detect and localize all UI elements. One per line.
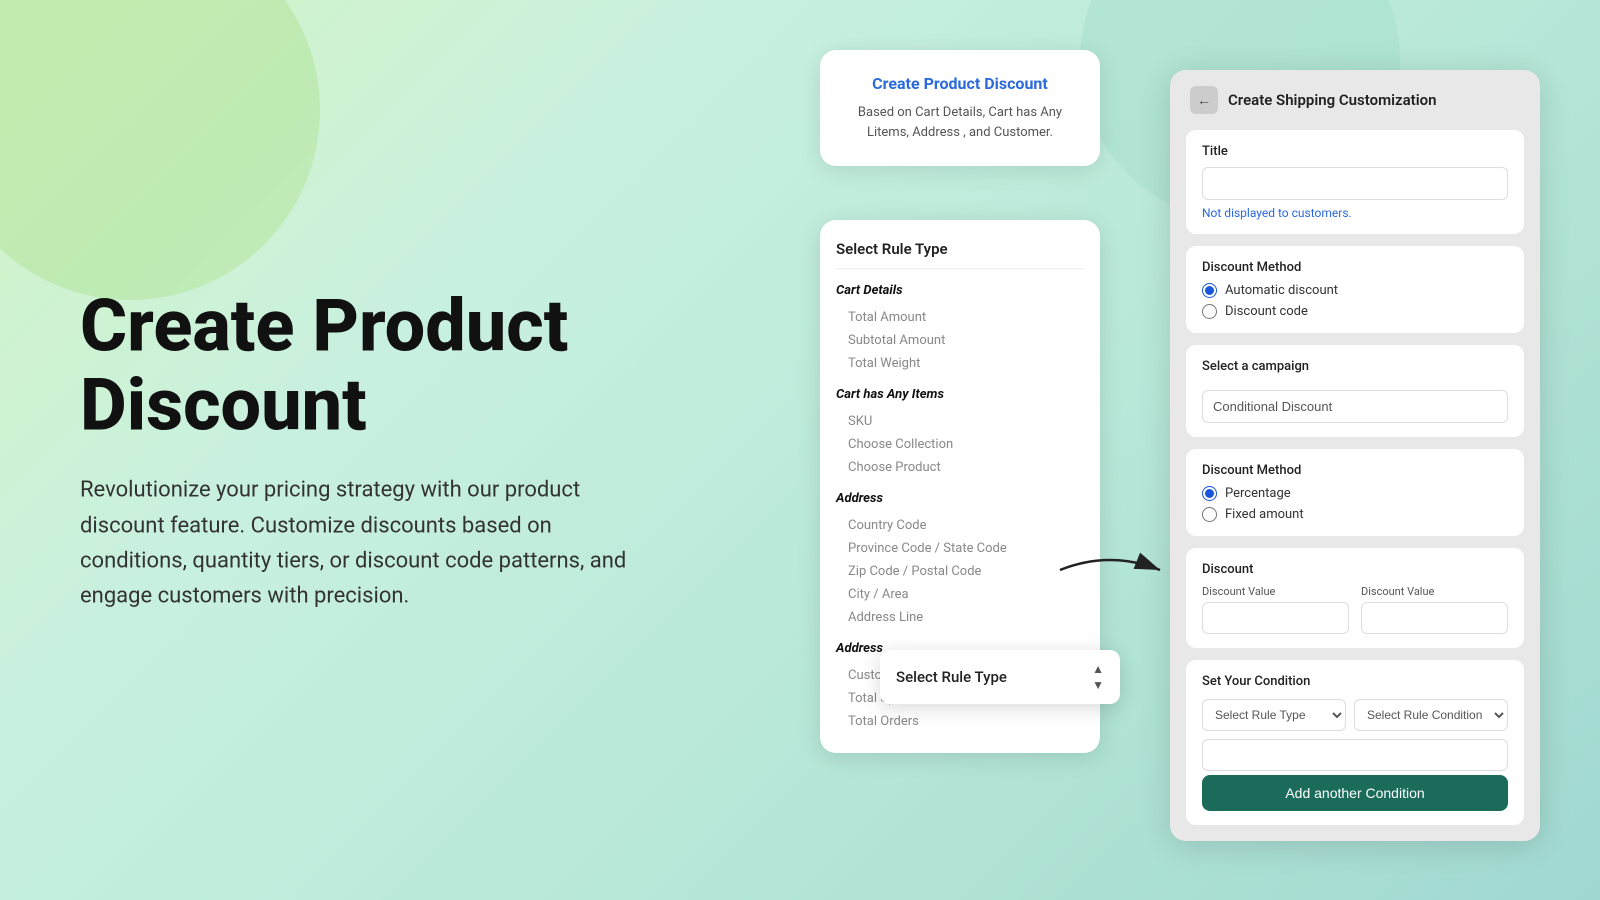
discount-value-label-2: Discount Value (1361, 585, 1508, 598)
discount-method-2-label: Discount Method (1202, 463, 1508, 478)
discount-value-label-1: Discount Value (1202, 585, 1349, 598)
condition-label: Set Your Condition (1202, 674, 1508, 689)
radio-discount-code-label: Discount code (1225, 304, 1308, 319)
rule-item-province-code[interactable]: Province Code / State Code (836, 537, 1084, 560)
discount-method-1-radio-group: Automatic discount Discount code (1202, 283, 1508, 319)
rule-type-header: Select Rule Type (836, 240, 1084, 269)
radio-automatic-label: Automatic discount (1225, 283, 1338, 298)
shipping-customization-panel: ← Create Shipping Customization Title No… (1170, 70, 1540, 841)
not-displayed-text: Not displayed to customers. (1202, 206, 1508, 220)
radio-discount-code-input[interactable] (1202, 304, 1217, 319)
arrow-pointer (1050, 540, 1170, 600)
discount-section: Discount Discount Value Discount Value (1186, 548, 1524, 648)
title-section: Title Not displayed to customers. (1186, 130, 1524, 234)
radio-automatic-discount[interactable]: Automatic discount (1202, 283, 1508, 298)
back-button[interactable]: ← (1190, 86, 1218, 114)
rule-condition-select[interactable]: Select Rule Condition (1354, 699, 1508, 731)
rule-item-total-weight[interactable]: Total Weight (836, 352, 1084, 375)
floating-dropdown-label: Select Rule Type (896, 668, 1007, 686)
info-card: Create Product Discount Based on Cart De… (820, 50, 1100, 166)
floating-rule-type-dropdown[interactable]: Select Rule Type ▲ ▼ (880, 650, 1120, 704)
rule-item-choose-product[interactable]: Choose Product (836, 456, 1084, 479)
panels-area: Create Product Discount Based on Cart De… (820, 50, 1540, 870)
title-label: Title (1202, 144, 1508, 159)
discount-value-input-1[interactable] (1202, 602, 1349, 634)
rule-item-total-amount[interactable]: Total Amount (836, 306, 1084, 329)
discount-col-2: Discount Value (1361, 585, 1508, 634)
shipping-panel-title: Create Shipping Customization (1228, 91, 1436, 109)
discount-col-1: Discount Value (1202, 585, 1349, 634)
shipping-panel-header: ← Create Shipping Customization (1170, 70, 1540, 130)
discount-values-row: Discount Value Discount Value (1202, 585, 1508, 634)
rule-item-choose-collection[interactable]: Choose Collection (836, 433, 1084, 456)
discount-method-1-label: Discount Method (1202, 260, 1508, 275)
condition-value-input[interactable] (1202, 739, 1508, 771)
discount-label: Discount (1202, 562, 1508, 577)
radio-percentage[interactable]: Percentage (1202, 486, 1508, 501)
info-card-description: Based on Cart Details, Cart has Any Lite… (840, 103, 1080, 142)
shipping-panel-body: Title Not displayed to customers. Discou… (1170, 130, 1540, 841)
campaign-label: Select a campaign (1202, 359, 1508, 374)
page-description: Revolutionize your pricing strategy with… (80, 473, 640, 614)
page-title: Create Product Discount (80, 286, 640, 444)
add-condition-button[interactable]: Add another Condition (1202, 775, 1508, 811)
radio-discount-code[interactable]: Discount code (1202, 304, 1508, 319)
radio-fixed-amount-input[interactable] (1202, 507, 1217, 522)
rule-item-address-line[interactable]: Address Line (836, 606, 1084, 629)
discount-method-section-1: Discount Method Automatic discount Disco… (1186, 246, 1524, 333)
campaign-section: Select a campaign (1186, 345, 1524, 437)
discount-method-2-radio-group: Percentage Fixed amount (1202, 486, 1508, 522)
group-cart-details: Cart Details (836, 283, 1084, 298)
rule-item-sku[interactable]: SKU (836, 410, 1084, 433)
discount-method-section-2: Discount Method Percentage Fixed amount (1186, 449, 1524, 536)
rule-type-select[interactable]: Select Rule Type (1202, 699, 1346, 731)
condition-section: Set Your Condition Select Rule Type Sele… (1186, 660, 1524, 825)
bg-circle-left (0, 0, 320, 300)
radio-automatic-input[interactable] (1202, 283, 1217, 298)
discount-value-input-2[interactable] (1361, 602, 1508, 634)
campaign-input[interactable] (1202, 390, 1508, 423)
group-cart-any-items: Cart has Any Items (836, 387, 1084, 402)
radio-fixed-amount[interactable]: Fixed amount (1202, 507, 1508, 522)
rule-item-total-orders[interactable]: Total Orders (836, 710, 1084, 733)
info-card-title: Create Product Discount (840, 74, 1080, 93)
rule-item-city-area[interactable]: City / Area (836, 583, 1084, 606)
dropdown-arrows-icon: ▲ ▼ (1092, 662, 1104, 692)
rule-item-country-code[interactable]: Country Code (836, 514, 1084, 537)
group-address-1: Address (836, 491, 1084, 506)
hero-section: Create Product Discount Revolutionize yo… (80, 286, 640, 613)
title-input[interactable] (1202, 167, 1508, 200)
radio-fixed-amount-label: Fixed amount (1225, 507, 1304, 522)
rule-item-zip-code[interactable]: Zip Code / Postal Code (836, 560, 1084, 583)
rule-item-subtotal-amount[interactable]: Subtotal Amount (836, 329, 1084, 352)
radio-percentage-input[interactable] (1202, 486, 1217, 501)
condition-controls-row: Select Rule Type Select Rule Condition (1202, 699, 1508, 731)
radio-percentage-label: Percentage (1225, 486, 1291, 501)
